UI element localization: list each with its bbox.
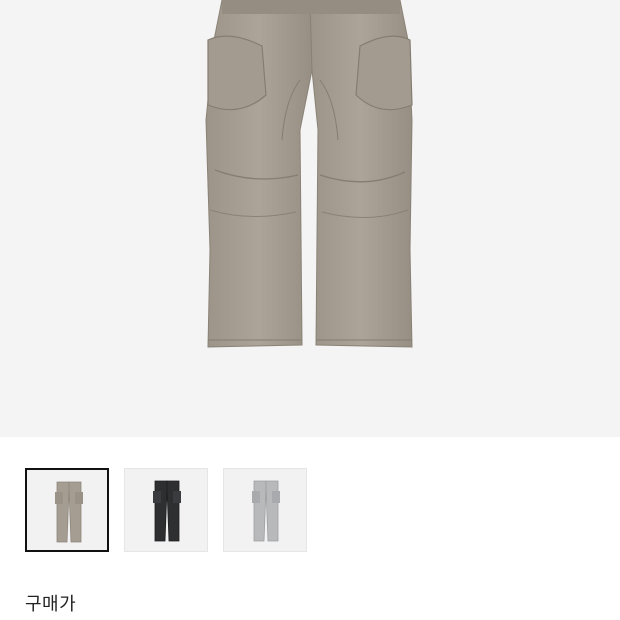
purchase-price-label: 구매가 (25, 594, 77, 615)
product-hero-image-area (0, 0, 620, 437)
variant-thumb-gray[interactable] (223, 468, 307, 552)
variant-thumb-beige[interactable] (25, 468, 109, 552)
cargo-pants-photo (205, 0, 413, 348)
variant-thumb-black[interactable] (124, 468, 208, 552)
black-cargo-pants-thumbnail (153, 480, 181, 542)
gray-cargo-pants-thumbnail (252, 480, 280, 542)
beige-cargo-pants-thumbnail (55, 481, 83, 543)
